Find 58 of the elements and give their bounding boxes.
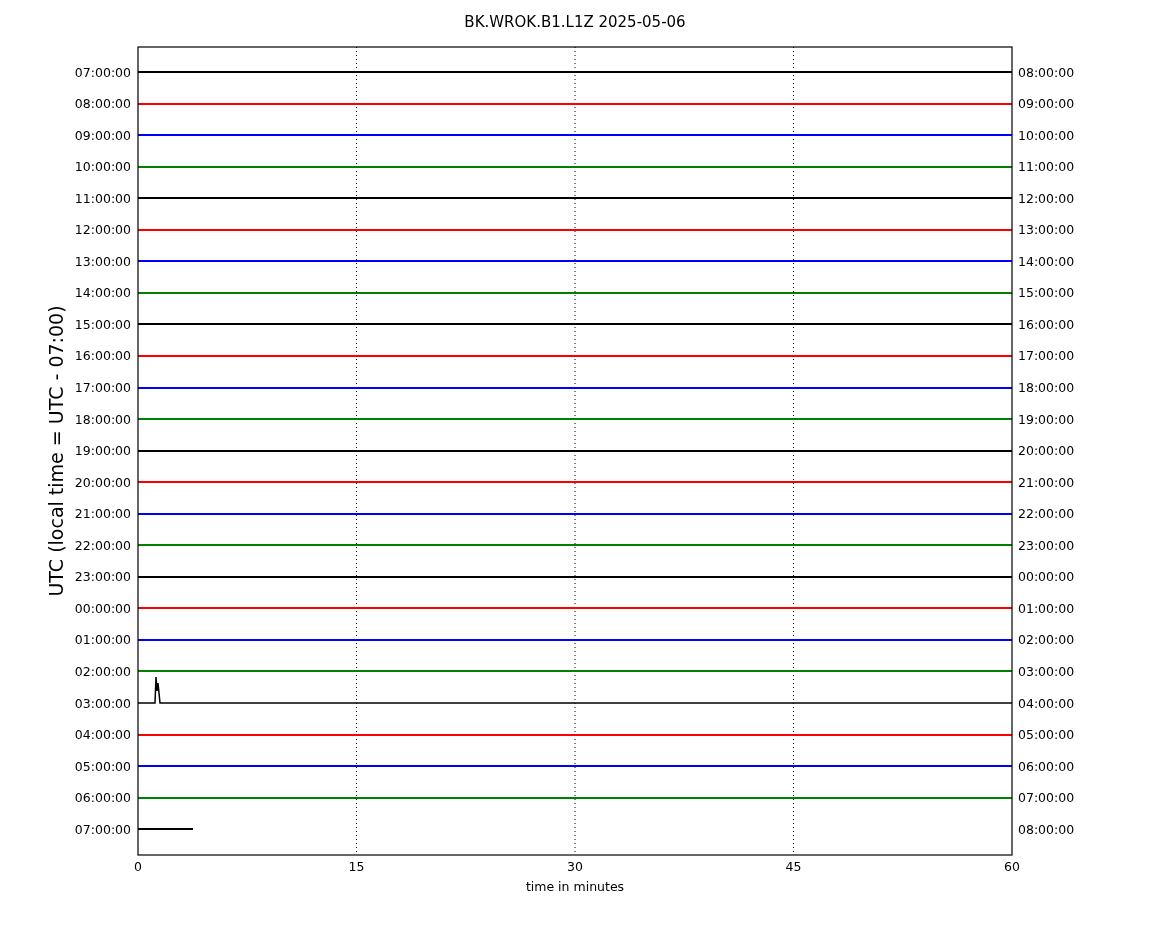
time-label: 09:00:00 [74, 127, 131, 143]
time-label: 18:00:00 [1018, 380, 1075, 395]
time-label: 14:00:00 [74, 285, 131, 301]
time-label: 04:00:00 [74, 727, 131, 743]
tick-label: 60 [1004, 859, 1020, 874]
time-label: 05:00:00 [1018, 727, 1075, 743]
time-label: 16:00:00 [74, 348, 131, 364]
time-label: 20:00:00 [74, 474, 131, 490]
time-label: 21:00:00 [1018, 474, 1075, 490]
time-label: 09:00:00 [1018, 96, 1075, 112]
time-label: 01:00:00 [1018, 600, 1075, 616]
time-label: 07:00:00 [74, 821, 131, 837]
time-label: 16:00:00 [1018, 316, 1075, 332]
time-label: 15:00:00 [74, 316, 131, 332]
time-label: 08:00:00 [74, 96, 131, 112]
time-label: 22:00:00 [74, 537, 131, 553]
tick-label: 45 [785, 859, 802, 874]
tick-label: 15 [348, 859, 365, 874]
time-label: 00:00:00 [1018, 569, 1075, 585]
time-label: 17:00:00 [74, 380, 131, 395]
time-label: 15:00:00 [1018, 285, 1075, 301]
time-label: 00:00:00 [74, 600, 131, 616]
time-label: 08:00:00 [1018, 64, 1075, 80]
time-label: 11:00:00 [1018, 159, 1075, 175]
time-label: 13:00:00 [1018, 222, 1075, 238]
time-label: 21:00:00 [74, 506, 131, 522]
time-label: 20:00:00 [1018, 443, 1075, 459]
time-label: 03:00:00 [74, 695, 131, 711]
time-label: 02:00:00 [74, 663, 131, 679]
chart-title: BK.WROK.B1.L1Z 2025-05-06 [464, 13, 686, 31]
time-label: 08:00:00 [1018, 821, 1075, 837]
time-label: 10:00:00 [1018, 127, 1075, 143]
time-label: 11:00:00 [74, 190, 131, 206]
y-axis-label: UTC (local time = UTC - 07:00) [45, 305, 67, 597]
time-label: 23:00:00 [1018, 537, 1075, 553]
time-label: 14:00:00 [1018, 253, 1075, 269]
time-label: 13:00:00 [74, 253, 131, 269]
time-label: 03:00:00 [1018, 663, 1075, 679]
x-axis-label: time in minutes [525, 879, 625, 894]
tick-label: 30 [567, 859, 583, 874]
time-label: 02:00:00 [1018, 632, 1075, 648]
time-label: 01:00:00 [74, 632, 131, 648]
time-label: 19:00:00 [1018, 411, 1075, 427]
time-label: 06:00:00 [74, 790, 131, 806]
time-label: 17:00:00 [1018, 348, 1075, 364]
time-label: 19:00:00 [74, 443, 131, 459]
time-label: 12:00:00 [74, 222, 131, 238]
time-label: 22:00:00 [1018, 506, 1075, 522]
time-label: 07:00:00 [74, 64, 131, 80]
time-label: 23:00:00 [74, 569, 131, 585]
time-label: 05:00:00 [74, 758, 131, 774]
time-label: 18:00:00 [74, 411, 131, 427]
time-label: 06:00:00 [1018, 758, 1075, 774]
tick-label: 0 [134, 859, 142, 874]
time-label: 04:00:00 [1018, 695, 1075, 711]
time-label: 10:00:00 [74, 159, 131, 175]
time-label: 12:00:00 [1018, 190, 1075, 206]
time-label: 07:00:00 [1018, 790, 1075, 806]
